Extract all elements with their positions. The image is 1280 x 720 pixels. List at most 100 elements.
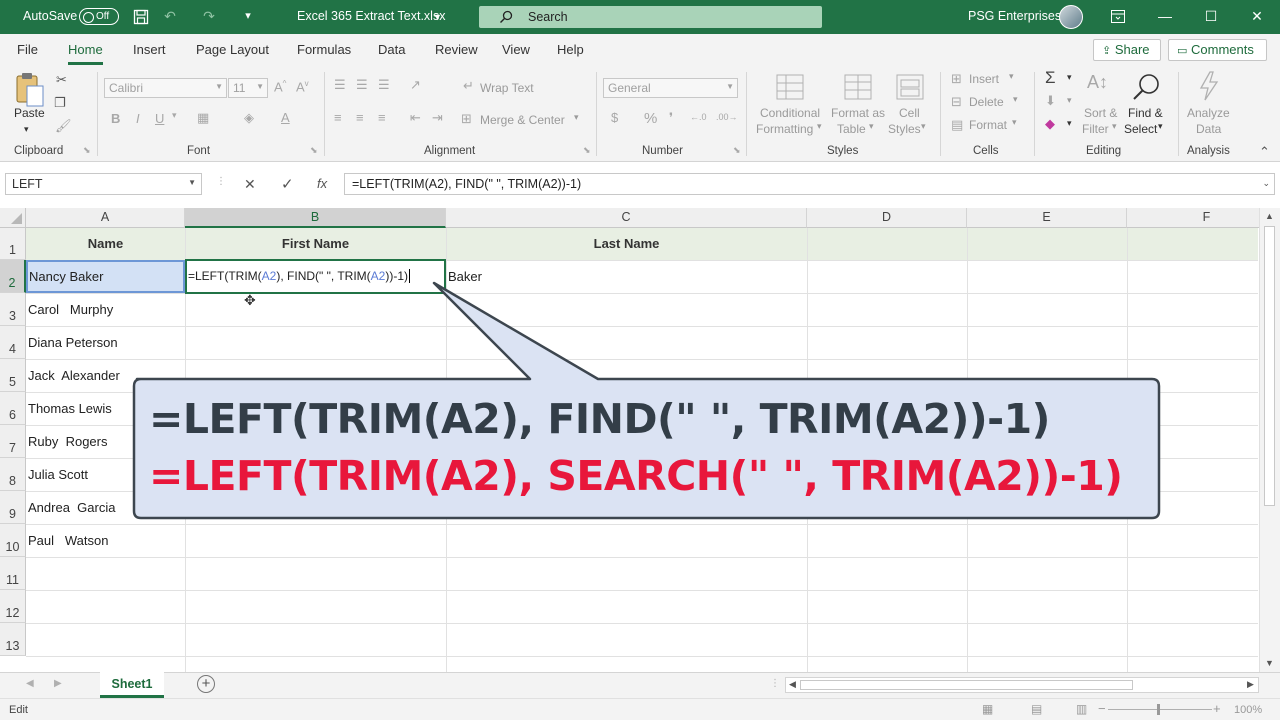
tab-insert[interactable]: Insert	[133, 42, 166, 57]
alignment-launcher-icon[interactable]: ⬊	[583, 145, 591, 156]
tab-review[interactable]: Review	[435, 42, 478, 57]
comma-style-icon[interactable]: ❜	[669, 110, 673, 126]
format-as-table-label-1[interactable]: Format as	[831, 106, 885, 120]
tab-home[interactable]: Home	[68, 42, 103, 65]
merge-center-icon[interactable]: ⊞	[461, 111, 472, 127]
find-select-label-2[interactable]: Select	[1124, 122, 1157, 136]
vertical-scroll-thumb[interactable]	[1264, 226, 1275, 506]
vertical-scrollbar[interactable]: ▲ ▼	[1259, 208, 1280, 672]
find-chevron-icon[interactable]: ▾	[1158, 121, 1163, 132]
middle-align-icon[interactable]: ☰	[356, 77, 368, 93]
ribbon-display-icon[interactable]	[1111, 10, 1125, 24]
analyze-data-icon[interactable]	[1196, 71, 1222, 101]
cell-a5[interactable]: Jack Alexander	[28, 368, 120, 383]
orientation-icon[interactable]: ↗	[410, 77, 421, 93]
top-align-icon[interactable]: ☰	[334, 77, 346, 93]
collapse-ribbon-icon[interactable]: ⌃	[1259, 144, 1270, 160]
delete-chevron-icon[interactable]: ▾	[1013, 94, 1018, 105]
paste-label[interactable]: Paste	[14, 106, 45, 120]
number-format-combo[interactable]: General ▼	[603, 78, 738, 98]
font-size-combo[interactable]: 11 ▼	[228, 78, 268, 98]
center-icon[interactable]: ≡	[356, 110, 364, 125]
zoom-in-icon[interactable]: +	[1213, 701, 1221, 716]
save-icon[interactable]	[133, 9, 149, 25]
underline-icon[interactable]: U	[155, 111, 164, 126]
font-name-combo[interactable]: Calibri ▼	[104, 78, 227, 98]
insert-function-icon[interactable]: fx	[317, 176, 327, 191]
cut-icon[interactable]: ✂	[56, 72, 67, 88]
conditional-formatting-icon[interactable]	[776, 74, 804, 100]
row-header-4[interactable]: 4	[0, 326, 26, 359]
merge-chevron-icon[interactable]: ▾	[574, 112, 579, 123]
tab-help[interactable]: Help	[557, 42, 584, 57]
name-box[interactable]: LEFT ▼	[5, 173, 202, 195]
conditional-formatting-label-1[interactable]: Conditional	[760, 106, 820, 120]
italic-icon[interactable]: I	[136, 111, 140, 126]
font-color-icon[interactable]: A	[281, 110, 290, 125]
row-header-6[interactable]: 6	[0, 392, 26, 425]
paste-chevron-icon[interactable]: ▾	[24, 124, 29, 135]
filename-chevron-icon[interactable]: ▼	[433, 12, 442, 22]
format-painter-icon[interactable]: 🖌	[55, 118, 72, 134]
decrease-indent-icon[interactable]: ⇤	[410, 110, 421, 126]
row-header-8[interactable]: 8	[0, 458, 26, 491]
tab-data[interactable]: Data	[378, 42, 405, 57]
wrap-text-icon[interactable]: ↵	[463, 78, 474, 94]
row-header-12[interactable]: 12	[0, 590, 26, 623]
underline-chevron-icon[interactable]: ▾	[172, 110, 177, 121]
currency-icon[interactable]: $	[611, 110, 618, 125]
increase-decimal-icon[interactable]: ←.0	[690, 112, 707, 122]
tab-view[interactable]: View	[502, 42, 530, 57]
sort-filter-icon[interactable]: A↕	[1087, 72, 1108, 93]
header-first-name[interactable]: First Name	[185, 228, 446, 260]
paste-icon[interactable]	[14, 72, 46, 108]
cell-a9[interactable]: Andrea Garcia	[28, 500, 115, 515]
decrease-font-icon[interactable]: Av	[296, 79, 309, 94]
cancel-icon[interactable]: ✕	[244, 176, 256, 193]
find-select-label-1[interactable]: Find &	[1128, 106, 1163, 120]
cell-c2[interactable]: Baker	[448, 269, 482, 284]
row-header-10[interactable]: 10	[0, 524, 26, 557]
undo-icon[interactable]: ↶	[162, 8, 178, 24]
scroll-left-icon[interactable]: ◀	[789, 679, 796, 690]
header-name[interactable]: Name	[26, 228, 185, 260]
font-launcher-icon[interactable]: ⬊	[310, 145, 318, 156]
autosave-toggle[interactable]: Off	[79, 8, 119, 25]
search-box[interactable]: Search	[479, 6, 822, 28]
sort-filter-label-1[interactable]: Sort &	[1084, 106, 1117, 120]
row-header-13[interactable]: 13	[0, 623, 26, 656]
wrap-text-button[interactable]: Wrap Text	[480, 81, 534, 95]
scroll-up-icon[interactable]: ▲	[1265, 211, 1274, 221]
increase-indent-icon[interactable]: ⇥	[432, 110, 443, 126]
row-header-1[interactable]: 1	[0, 228, 26, 260]
row-header-2[interactable]: 2	[0, 260, 26, 293]
expand-formula-bar-icon[interactable]: ⌄	[1262, 178, 1270, 189]
conditional-chevron-icon[interactable]: ▾	[817, 121, 822, 132]
cell-a7[interactable]: Ruby Rogers	[28, 434, 107, 449]
tab-page-layout[interactable]: Page Layout	[196, 42, 269, 57]
sort-chevron-icon[interactable]: ▾	[1112, 121, 1117, 132]
insert-chevron-icon[interactable]: ▾	[1009, 71, 1014, 82]
delete-cells-button[interactable]: Delete	[969, 95, 1004, 109]
maximize-icon[interactable]: ☐	[1203, 8, 1219, 24]
insert-cells-icon[interactable]: ⊞	[951, 71, 962, 87]
autosum-icon[interactable]: Σ	[1045, 68, 1056, 88]
column-header-f[interactable]: F	[1127, 208, 1280, 228]
scroll-down-icon[interactable]: ▼	[1265, 658, 1274, 668]
cell-b2-formula[interactable]: =LEFT(TRIM(A2), FIND(" ", TRIM(A2))-1)​	[188, 269, 411, 283]
clipboard-launcher-icon[interactable]: ⬊	[83, 145, 91, 156]
sort-filter-label-2[interactable]: Filter	[1082, 122, 1109, 136]
column-header-e[interactable]: E	[967, 208, 1127, 228]
close-icon[interactable]: ✕	[1249, 8, 1265, 24]
borders-icon[interactable]: ▦	[197, 110, 209, 126]
clear-icon[interactable]: ◆	[1045, 116, 1055, 132]
avatar[interactable]	[1059, 5, 1083, 29]
analyze-data-label-2[interactable]: Data	[1196, 122, 1221, 136]
header-empty[interactable]	[807, 228, 1258, 260]
delete-cells-icon[interactable]: ⊟	[951, 94, 962, 110]
format-cells-icon[interactable]: ▤	[951, 117, 963, 133]
horizontal-scrollbar[interactable]: ◀ ▶	[785, 677, 1259, 693]
row-header-7[interactable]: 7	[0, 425, 26, 458]
page-layout-view-icon[interactable]: ▤	[1031, 702, 1042, 716]
formula-input[interactable]: =LEFT(TRIM(A2), FIND(" ", TRIM(A2))-1) ⌄	[344, 173, 1275, 195]
